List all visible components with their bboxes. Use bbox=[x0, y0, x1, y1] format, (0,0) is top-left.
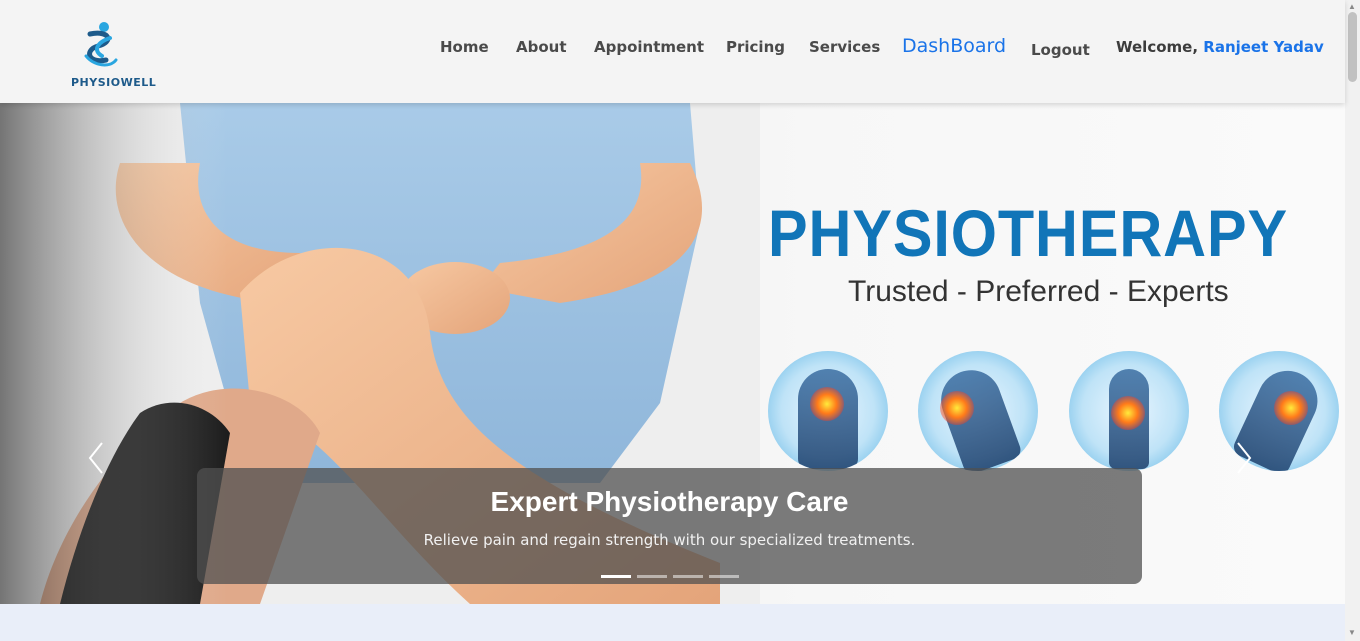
nav-logout[interactable]: Logout bbox=[1031, 41, 1090, 59]
nav-pricing[interactable]: Pricing bbox=[726, 38, 785, 56]
carousel-next-button[interactable] bbox=[1234, 441, 1254, 475]
top-navbar: PHYSIOWELL Home About Appointment Pricin… bbox=[0, 0, 1345, 103]
brand-logo[interactable]: PHYSIOWELL bbox=[68, 20, 156, 92]
carousel-prev-button[interactable] bbox=[86, 441, 106, 475]
page-scrollbar[interactable]: ▲ ▼ bbox=[1345, 0, 1360, 641]
hero-title: PHYSIOTHERAPY bbox=[768, 196, 1289, 270]
scroll-up-arrow-icon[interactable]: ▲ bbox=[1348, 2, 1356, 11]
carousel-indicator-3[interactable] bbox=[673, 575, 703, 578]
nav-services[interactable]: Services bbox=[809, 38, 880, 56]
nav-about[interactable]: About bbox=[516, 38, 567, 56]
carousel-indicator-1[interactable] bbox=[601, 575, 631, 578]
hero-tagline: Trusted - Preferred - Experts bbox=[848, 275, 1229, 308]
carousel-indicator-4[interactable] bbox=[709, 575, 739, 578]
carousel-indicators bbox=[601, 575, 739, 578]
nav-dashboard[interactable]: DashBoard bbox=[902, 35, 1006, 57]
carousel-indicator-2[interactable] bbox=[637, 575, 667, 578]
chevron-left-icon bbox=[88, 442, 103, 474]
chevron-right-icon bbox=[1237, 442, 1252, 474]
welcome-label: Welcome, bbox=[1116, 38, 1199, 56]
scroll-thumb[interactable] bbox=[1348, 12, 1357, 82]
nav-appointment[interactable]: Appointment bbox=[594, 38, 704, 56]
scroll-down-arrow-icon[interactable]: ▼ bbox=[1348, 628, 1356, 637]
welcome-message: Welcome, Ranjeet Yadav bbox=[1116, 38, 1324, 56]
caption-text: Relieve pain and regain strength with ou… bbox=[423, 531, 916, 549]
carousel-caption: Expert Physiotherapy Care Relieve pain a… bbox=[197, 468, 1142, 584]
user-name[interactable]: Ranjeet Yadav bbox=[1203, 38, 1323, 56]
leg-pain-icon bbox=[1069, 351, 1189, 471]
nav-home[interactable]: Home bbox=[440, 38, 489, 56]
caption-title: Expert Physiotherapy Care bbox=[490, 486, 849, 517]
physiowell-logo-icon bbox=[84, 22, 118, 67]
brand-name: PHYSIOWELL bbox=[71, 76, 157, 89]
knee-pain-icon bbox=[918, 351, 1038, 471]
neck-pain-icon bbox=[768, 351, 888, 471]
